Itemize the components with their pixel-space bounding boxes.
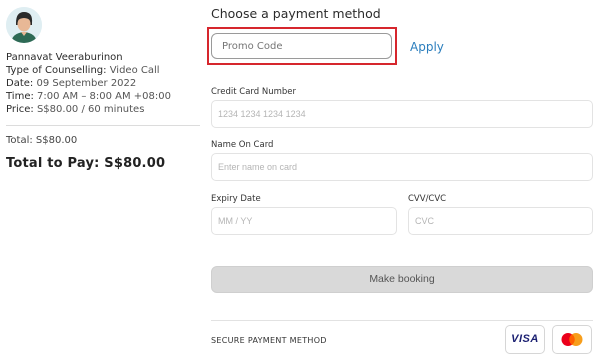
counsellor-name: Pannavat Veeraburinon: [6, 52, 123, 63]
total-to-pay: Total to Pay: S$80.00: [6, 156, 166, 171]
make-booking-button[interactable]: Make booking: [211, 266, 593, 293]
mastercard-circles-icon: [561, 333, 583, 346]
price-label: Price:: [6, 104, 34, 115]
date-row: Date: 09 September 2022: [6, 77, 171, 90]
counselling-type-value: Video Call: [109, 65, 160, 76]
cvv-input[interactable]: CVC: [408, 207, 593, 235]
price-row: Price: S$80.00 / 60 minutes: [6, 103, 171, 116]
time-label: Time:: [6, 91, 34, 102]
mastercard-icon: [552, 325, 592, 354]
person-icon: [6, 7, 42, 43]
payment-heading: Choose a payment method: [211, 6, 381, 21]
card-number-input[interactable]: 1234 1234 1234 1234: [211, 100, 593, 128]
promo-code-input[interactable]: [211, 33, 392, 59]
payment-divider: [211, 320, 593, 321]
expiry-date-input[interactable]: MM / YY: [211, 207, 397, 235]
time-value: 7:00 AM – 8:00 AM +08:00: [37, 91, 171, 102]
name-on-card-input[interactable]: Enter name on card: [211, 153, 593, 181]
total-amount: Total: S$80.00: [6, 135, 78, 146]
counselling-type-label: Type of Counselling:: [6, 65, 107, 76]
time-row: Time: 7:00 AM – 8:00 AM +08:00: [6, 90, 171, 103]
secure-payment-text: SECURE PAYMENT METHOD: [211, 336, 327, 345]
date-label: Date:: [6, 78, 34, 89]
name-on-card-label: Name On Card: [211, 140, 274, 150]
booking-summary: Pannavat Veeraburinon Type of Counsellin…: [0, 0, 200, 364]
summary-divider: [6, 125, 200, 126]
card-number-label: Credit Card Number: [211, 87, 296, 97]
payment-panel: Choose a payment method Apply Credit Car…: [207, 0, 593, 364]
booking-details: Pannavat Veeraburinon Type of Counsellin…: [6, 51, 171, 116]
expiry-date-label: Expiry Date: [211, 194, 261, 204]
price-value: S$80.00 / 60 minutes: [36, 104, 145, 115]
counselling-type-row: Type of Counselling: Video Call: [6, 64, 171, 77]
counsellor-avatar: [6, 7, 42, 43]
visa-card-icon: VISA: [505, 325, 545, 354]
apply-promo-button[interactable]: Apply: [410, 40, 444, 54]
date-value: 09 September 2022: [36, 78, 137, 89]
cvv-label: CVV/CVC: [408, 194, 447, 204]
